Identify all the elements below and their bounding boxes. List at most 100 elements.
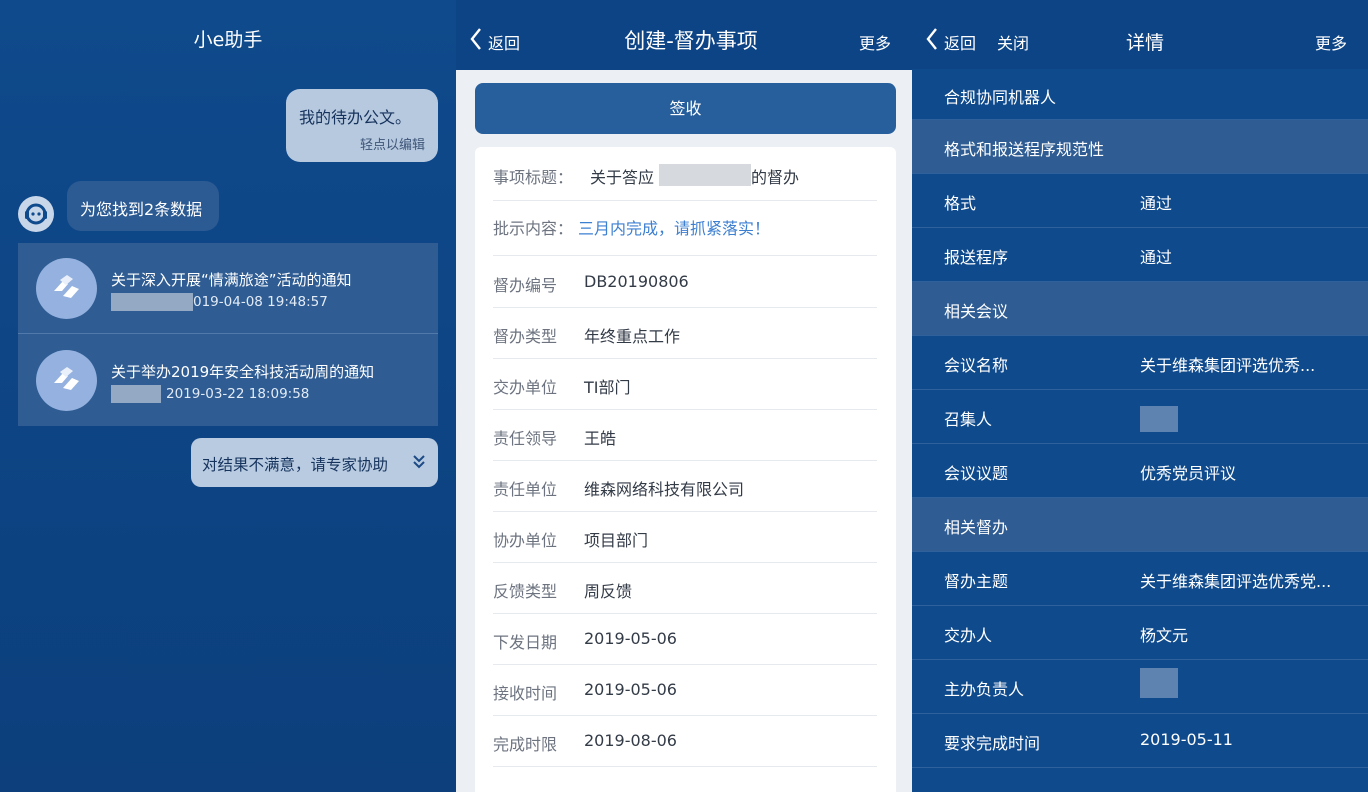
section-label: 相关会议: [944, 302, 1009, 321]
detail-label: 报送程序: [944, 248, 1009, 267]
detail-value: 优秀党员评议: [1140, 464, 1237, 483]
field-value: 周反馈: [584, 582, 633, 601]
field-row: 接收时间 2019-05-06: [493, 665, 877, 716]
double-chevron-down-icon: [413, 455, 425, 469]
field-row: 下发日期 2019-05-06: [493, 614, 877, 665]
expert-help-label: 对结果不满意，请专家协助: [202, 456, 389, 474]
detail-row: 交办人 杨文元: [912, 606, 1368, 660]
user-message-bubble[interactable]: 我的待办公文。 轻点以编辑: [286, 89, 438, 162]
section-label: 格式和报送程序规范性: [944, 140, 1105, 159]
field-value: 三月内完成，请抓紧落实！: [578, 219, 771, 238]
section-header: 格式和报送程序规范性: [912, 120, 1368, 174]
field-label: 接收时间: [493, 684, 558, 703]
field-value: 2019-08-06: [584, 731, 677, 750]
detail-row: 会议名称 关于维森集团评选优秀...: [912, 336, 1368, 390]
detail-row: 主办负责人: [912, 660, 1368, 714]
detail-row: 会议议题 优秀党员评议: [912, 444, 1368, 498]
field-label: 责任单位: [493, 480, 558, 499]
field-label: 交办单位: [493, 378, 558, 397]
field-value: 维森网络科技有限公司: [584, 480, 745, 499]
field-value-suffix: 的督办: [751, 168, 800, 187]
redacted-block: [111, 385, 161, 403]
detail-row: 报送程序 通过: [912, 228, 1368, 282]
field-value: TI部门: [584, 378, 631, 397]
handshake-icon: [36, 258, 97, 319]
field-row: 完成时限 2019-08-06: [493, 716, 877, 767]
field-row: 反馈类型 周反馈: [493, 563, 877, 614]
field-label: 督办编号: [493, 276, 558, 295]
detail-header: 返回 关闭 详情 更多: [912, 0, 1368, 69]
field-label: 事项标题：: [493, 168, 574, 187]
field-row-instruction: 批示内容： 三月内完成，请抓紧落实！: [493, 201, 877, 256]
field-row: 督办类型 年终重点工作: [493, 308, 877, 359]
chat-panel: 小e助手 我的待办公文。 轻点以编辑 为您找到2条数据 关于深入开展“情满旅途”…: [0, 0, 456, 792]
page-title: 创建-督办事项: [624, 29, 758, 53]
field-label: 完成时限: [493, 735, 558, 754]
detail-label: 督办主题: [944, 572, 1009, 591]
detail-value: 关于维森集团评选优秀...: [1140, 356, 1316, 375]
field-row: 协办单位 项目部门: [493, 512, 877, 563]
detail-label: 会议名称: [944, 356, 1009, 375]
redacted-block: [1140, 406, 1178, 432]
page-title: 详情: [1126, 32, 1165, 54]
close-button[interactable]: 关闭: [997, 30, 1029, 54]
redacted-block: [111, 293, 193, 311]
detail-row: 督办主题 关于维森集团评选优秀党...: [912, 552, 1368, 606]
section-label: 相关督办: [944, 518, 1009, 537]
bot-reply-bubble: 为您找到2条数据: [67, 181, 219, 231]
form-card: 事项标题： 关于答应 的督办 批示内容： 三月内完成，请抓紧落实！ 督办编号 D…: [475, 147, 896, 792]
chevron-left-icon: [926, 28, 937, 50]
result-title: 关于深入开展“情满旅途”活动的通知: [111, 271, 352, 289]
result-item[interactable]: 关于举办2019年安全科技活动周的通知 2019-03-22 18:09:58: [18, 335, 438, 426]
field-value: 关于答应: [590, 168, 655, 187]
field-value: 2019-05-06: [584, 680, 677, 699]
user-message-text: 我的待办公文。: [299, 108, 412, 127]
section-header: 相关会议: [912, 282, 1368, 336]
section-header: 相关督办: [912, 498, 1368, 552]
detail-row: 召集人: [912, 390, 1368, 444]
detail-row: 格式 通过: [912, 174, 1368, 228]
field-label: 反馈类型: [493, 582, 558, 601]
back-button[interactable]: 返回: [926, 0, 996, 70]
field-value: 2019-05-06: [584, 629, 677, 648]
create-header: 返回 创建-督办事项 更多: [456, 0, 912, 70]
detail-label: 要求完成时间: [944, 734, 1041, 753]
field-row-title: 事项标题： 关于答应 的督办: [493, 147, 877, 201]
field-value: 年终重点工作: [584, 327, 681, 346]
sign-button[interactable]: 签收: [475, 83, 896, 134]
detail-value: 杨文元: [1140, 626, 1189, 645]
field-value: 项目部门: [584, 531, 649, 550]
detail-row: 要求完成时间 2019-05-11: [912, 714, 1368, 768]
detail-label: 主办负责人: [944, 680, 1025, 699]
detail-value: 2019-05-11: [1140, 730, 1233, 749]
field-value: DB20190806: [584, 272, 689, 291]
result-date: 019-04-08 19:48:57: [193, 294, 328, 310]
back-label: 返回: [944, 34, 977, 53]
field-row: 责任领导 王皓: [493, 410, 877, 461]
result-item[interactable]: 关于深入开展“情满旅途”活动的通知 019-04-08 19:48:57: [18, 243, 438, 334]
expert-help-button[interactable]: 对结果不满意，请专家协助: [191, 438, 438, 487]
handshake-icon: [36, 350, 97, 411]
create-panel: 返回 创建-督办事项 更多 签收 事项标题： 关于答应 的督办 批示内容： 三月…: [456, 0, 912, 792]
field-row: 交办单位 TI部门: [493, 359, 877, 410]
field-row: 督办编号 DB20190806: [493, 256, 877, 308]
detail-label: 召集人: [944, 410, 993, 429]
detail-value: 通过: [1140, 248, 1173, 267]
detail-value: 通过: [1140, 194, 1173, 213]
bot-reply-text: 为您找到2条数据: [80, 200, 203, 219]
detail-row: 合规协同机器人: [912, 69, 1368, 120]
more-button[interactable]: 更多: [859, 30, 891, 54]
result-title: 关于举办2019年安全科技活动周的通知: [111, 363, 375, 381]
detail-label: 交办人: [944, 626, 993, 645]
detail-label: 格式: [944, 194, 977, 213]
detail-label: 合规协同机器人: [944, 88, 1057, 107]
field-label: 下发日期: [493, 633, 558, 652]
detail-value: 关于维森集团评选优秀党...: [1140, 572, 1332, 591]
more-button[interactable]: 更多: [1315, 30, 1347, 54]
field-value: 王皓: [584, 429, 617, 448]
field-label: 责任领导: [493, 429, 558, 448]
result-date: 2019-03-22 18:09:58: [166, 386, 310, 402]
detail-panel: 返回 关闭 详情 更多 合规协同机器人 格式和报送程序规范性 格式 通过 报送程…: [912, 0, 1368, 792]
edit-hint: 轻点以编辑: [359, 138, 425, 153]
bot-avatar-icon: [18, 196, 54, 232]
